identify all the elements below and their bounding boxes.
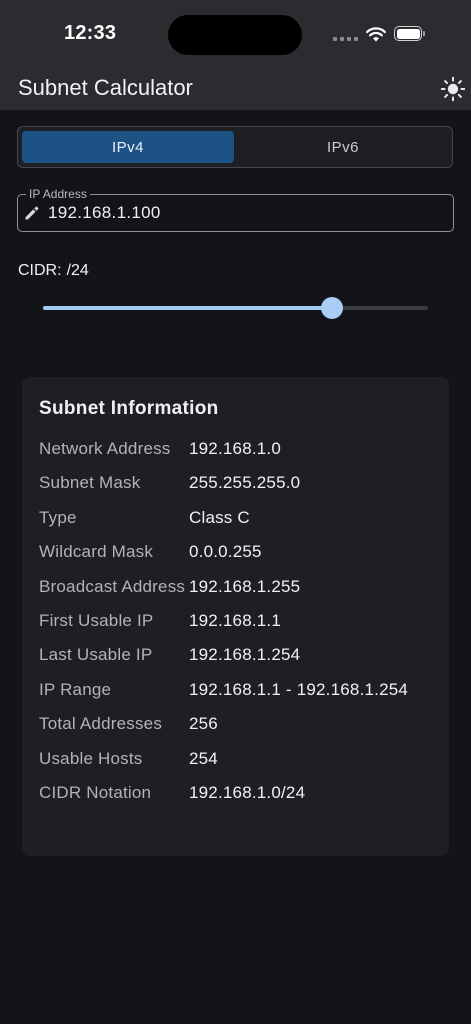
row-label: Broadcast Address [39,576,186,596]
status-time: 12:33 [64,22,117,44]
dynamic-island [168,15,302,55]
row-label: Usable Hosts [39,748,143,768]
row-value: 192.168.1.254 [189,645,301,665]
cidr-label: CIDR: /24 [18,262,89,280]
info-row-broadcast-address: Broadcast Address 192.168.1.255 [39,575,439,599]
wifi-icon [366,27,386,42]
row-label: Type [39,507,77,527]
row-value: 256 [189,714,218,734]
info-row-total-addresses: Total Addresses 256 [39,712,439,736]
ip-address-field: IP Address [17,187,454,232]
info-row-ip-range: IP Range 192.168.1.1 - 192.168.1.254 [39,678,439,702]
cidr-label-text: CIDR: [18,262,62,279]
info-row-cidr-notation: CIDR Notation 192.168.1.0/24 [39,781,439,805]
battery-icon [394,26,422,41]
row-label: Wildcard Mask [39,542,154,562]
row-label: Subnet Mask [39,473,141,493]
sun-icon[interactable] [440,76,466,102]
app-title: Subnet Calculator [18,75,193,100]
info-row-last-usable-ip: Last Usable IP 192.168.1.254 [39,643,439,667]
cidr-slider[interactable] [43,297,428,319]
row-label: IP Range [39,679,112,699]
row-value: 192.168.1.0 [189,439,282,458]
info-row-network-address: Network Address 192.168.1.0 [39,437,439,461]
row-label: Last Usable IP [39,645,153,665]
row-label: Network Address [39,439,171,458]
tab-ipv4[interactable]: IPv4 [22,131,234,163]
subnet-info-card: Subnet Information Network Address 192.1… [22,377,449,856]
row-label: First Usable IP [39,610,154,630]
battery-cap [423,31,425,36]
row-value: 192.168.1.1 [189,610,282,630]
tab-ipv6[interactable]: IPv6 [238,131,448,163]
row-value: 254 [189,748,218,768]
ip-version-toggle: IPv4 IPv6 [17,126,453,168]
row-value: 192.168.1.255 [189,576,301,596]
row-label: CIDR Notation [39,782,152,802]
info-row-subnet-mask: Subnet Mask 255.255.255.0 [39,471,439,495]
info-row-wildcard-mask: Wildcard Mask 0.0.0.255 [39,540,439,564]
row-value: 255.255.255.0 [189,473,301,493]
pencil-icon [25,206,39,220]
info-row-type: Type Class C [39,506,439,530]
ip-address-input[interactable] [48,195,438,231]
cidr-value: /24 [66,262,89,279]
row-label: Total Addresses [39,714,163,734]
info-rows: Network Address 192.168.1.0 Subnet Mask … [39,437,439,815]
row-value: 192.168.1.0/24 [189,782,306,802]
row-value: 192.168.1.1 - 192.168.1.254 [189,679,409,699]
status-bar: 12:33 [0,0,471,66]
row-value: Class C [189,507,250,527]
info-row-usable-hosts: Usable Hosts 254 [39,747,439,771]
signal-dots-icon [333,37,358,41]
info-row-first-usable-ip: First Usable IP 192.168.1.1 [39,609,439,633]
app-bar: Subnet Calculator [0,66,471,110]
card-title: Subnet Information [39,398,219,419]
slider-fill [43,306,332,310]
slider-thumb[interactable] [320,297,343,319]
row-value: 0.0.0.255 [189,542,262,562]
